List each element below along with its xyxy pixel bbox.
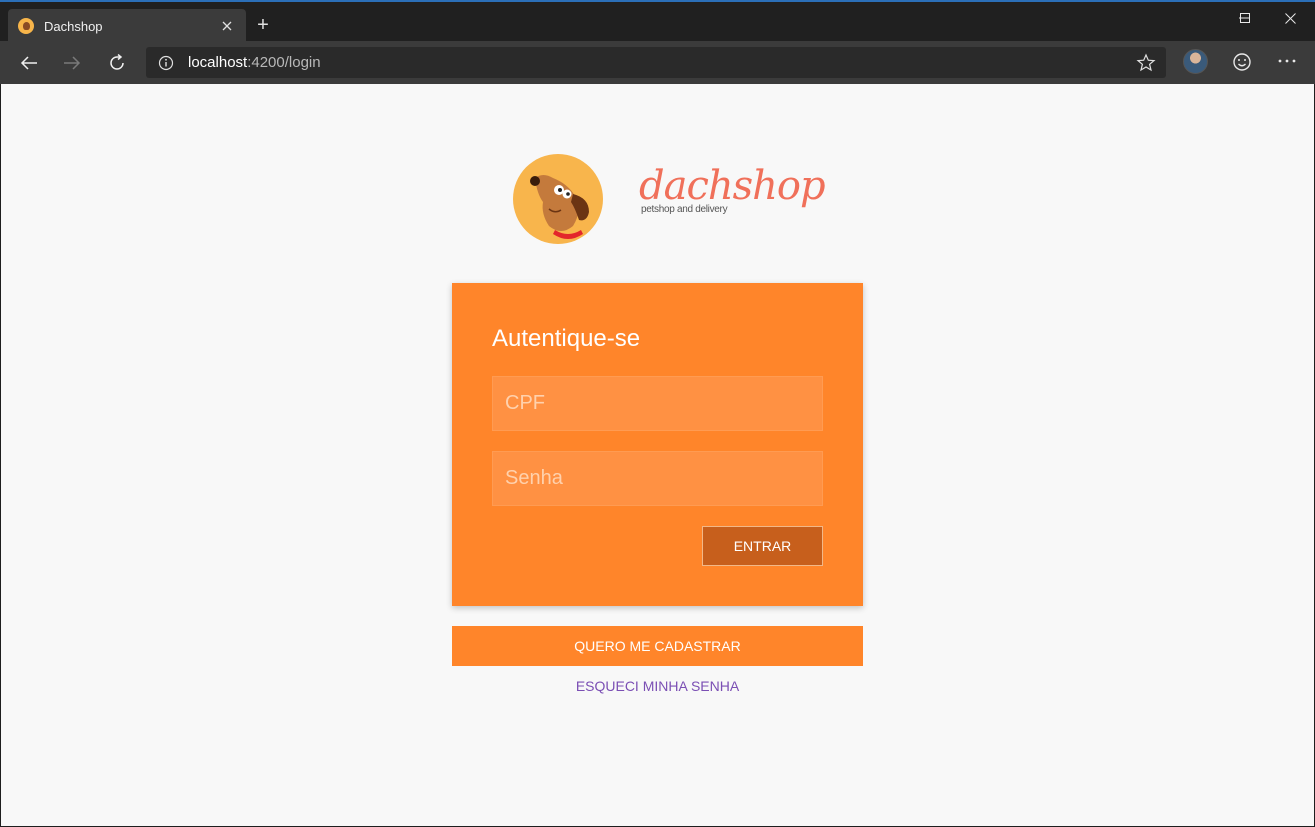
url-host: localhost (188, 54, 248, 71)
forward-button[interactable] (58, 49, 86, 77)
back-button[interactable] (15, 49, 43, 77)
window-titlebar: Dachshop + (0, 0, 1315, 43)
login-card: Autentique-se ENTRAR (452, 283, 863, 606)
close-icon (1284, 12, 1296, 24)
password-input[interactable] (492, 451, 823, 506)
forward-arrow-icon (64, 56, 81, 70)
close-icon (222, 21, 232, 31)
more-icon[interactable] (1275, 49, 1299, 73)
refresh-icon (110, 54, 124, 70)
tab-title: Dachshop (44, 18, 103, 34)
brand-name: dachshop (639, 163, 826, 209)
tab-close-button[interactable] (218, 17, 236, 35)
browser-tab[interactable]: Dachshop (8, 9, 246, 43)
dachshop-favicon-icon (18, 18, 34, 34)
forgot-password-link[interactable]: ESQUECI MINHA SENHA (452, 678, 863, 694)
address-bar[interactable]: localhost:4200/login (146, 47, 1166, 78)
back-arrow-icon (20, 56, 37, 70)
info-icon[interactable] (158, 55, 174, 71)
login-submit-button[interactable]: ENTRAR (702, 526, 823, 566)
cpf-input[interactable] (492, 376, 823, 431)
close-window-button[interactable] (1267, 6, 1313, 30)
brand-wordmark: dachshop petshop and delivery (639, 164, 826, 224)
login-title: Autentique-se (492, 325, 641, 352)
star-icon[interactable] (1136, 53, 1156, 73)
smiley-icon[interactable] (1230, 50, 1254, 74)
register-button[interactable]: QUERO ME CADASTRAR (452, 626, 863, 666)
maximize-icon (1240, 13, 1250, 23)
page-viewport: dachshop petshop and delivery Autentique… (1, 84, 1314, 826)
new-tab-button[interactable]: + (252, 15, 274, 37)
browser-toolbar: localhost:4200/login (0, 41, 1315, 84)
url-path: :4200/login (247, 54, 321, 71)
profile-avatar[interactable] (1183, 49, 1208, 74)
dachshund-logo (513, 154, 603, 244)
refresh-button[interactable] (103, 49, 131, 77)
brand-tagline: petshop and delivery (641, 204, 728, 215)
maximize-button[interactable] (1222, 6, 1268, 30)
